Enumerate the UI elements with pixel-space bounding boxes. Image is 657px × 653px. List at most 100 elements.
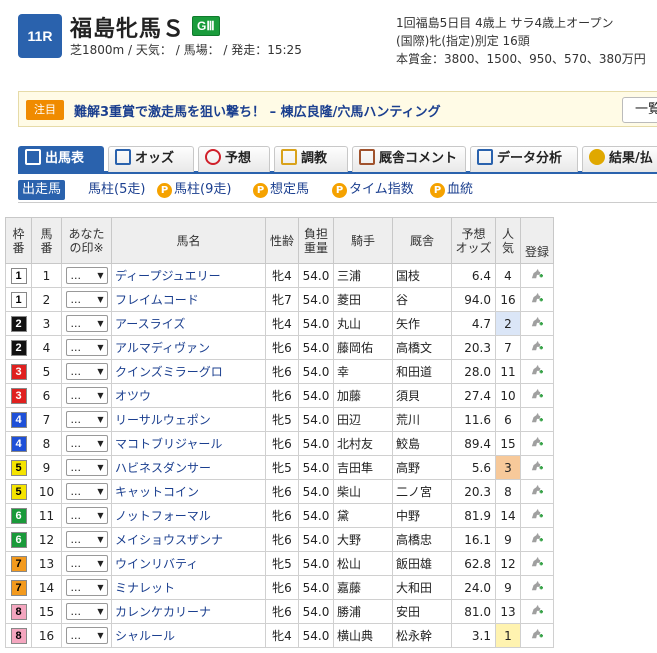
horse-register-icon[interactable] [530, 508, 544, 520]
subtab-2[interactable]: P 馬柱(9走) [157, 180, 231, 200]
horse-name-link[interactable]: オツウ [115, 389, 151, 403]
subtab-0[interactable]: 出走馬 [18, 180, 66, 200]
horse-register-icon[interactable] [530, 316, 544, 328]
jockey-link[interactable]: 田辺 [337, 413, 361, 427]
mark-select[interactable]: ... [65, 411, 108, 428]
trainer-link[interactable]: 荒川 [396, 413, 420, 427]
tab-3[interactable]: 調教 [274, 146, 348, 172]
table-row: 713... ウインリバティ 牝554.0松山 飯田雄 62.812 [5, 551, 554, 576]
trainer-link[interactable]: 和田道 [396, 365, 432, 379]
horse-name-link[interactable]: ハビネスダンサー [115, 461, 211, 475]
register-cell [520, 311, 554, 336]
mark-select[interactable]: ... [65, 267, 108, 284]
tab-2[interactable]: 予想 [198, 146, 270, 172]
trainer-link[interactable]: 安田 [396, 605, 420, 619]
trainer-link[interactable]: 二ノ宮 [396, 485, 432, 499]
subtab-3[interactable]: P 想定馬 [253, 180, 309, 200]
horse-name-link[interactable]: ノットフォーマル [115, 509, 211, 523]
horse-name-link[interactable]: ディープジュエリー [115, 269, 221, 283]
trainer-link[interactable]: 矢作 [396, 317, 420, 331]
horse-name-link[interactable]: ミナレット [115, 581, 175, 595]
mark-select[interactable]: ... [65, 483, 108, 500]
horse-register-icon[interactable] [530, 556, 544, 568]
jockey-link[interactable]: 丸山 [337, 317, 361, 331]
horse-register-icon[interactable] [530, 580, 544, 592]
horse-name-link[interactable]: ウインリバティ [115, 557, 198, 571]
jockey-link[interactable]: 北村友 [337, 437, 373, 451]
mark-cell: ... [61, 455, 112, 480]
horse-name-cell: アルマディヴァン [111, 335, 266, 360]
mark-select[interactable]: ... [65, 603, 108, 620]
notice-link[interactable]: 難解3重賞で激走馬を狙い撃ち！ – 棟広良隆/穴馬ハンティング [74, 101, 441, 120]
trainer-link[interactable]: 鮫島 [396, 437, 420, 451]
jockey-link[interactable]: 大野 [337, 533, 361, 547]
horse-register-icon[interactable] [530, 460, 544, 472]
horse-register-icon[interactable] [530, 268, 544, 280]
notice-list-button[interactable]: 一覧 [622, 97, 657, 123]
tab-4[interactable]: 厩舎コメント [352, 146, 466, 172]
jockey-link[interactable]: 三浦 [337, 269, 361, 283]
trainer-link[interactable]: 須貝 [396, 389, 420, 403]
jockey-link[interactable]: 嘉藤 [337, 581, 361, 595]
horse-name-link[interactable]: メイショウスザンナ [115, 533, 223, 547]
horse-register-icon[interactable] [530, 628, 544, 640]
jockey-link[interactable]: 菱田 [337, 293, 361, 307]
mark-select[interactable]: ... [65, 291, 108, 308]
mark-select[interactable]: ... [65, 339, 108, 356]
tab-6[interactable]: 結果/払 [582, 146, 657, 172]
horse-name-link[interactable]: クインズミラーグロ [115, 365, 223, 379]
mark-select[interactable]: ... [65, 579, 108, 596]
tab-0[interactable]: 出馬表 [18, 146, 104, 173]
mark-select[interactable]: ... [65, 555, 108, 572]
jockey-link[interactable]: 勝浦 [337, 605, 361, 619]
trainer-link[interactable]: 松永幹 [396, 629, 432, 643]
horse-name-link[interactable]: アースライズ [115, 317, 185, 331]
trainer-link[interactable]: 飯田雄 [396, 557, 432, 571]
horse-register-icon[interactable] [530, 436, 544, 448]
jockey-link[interactable]: 柴山 [337, 485, 361, 499]
jockey-link[interactable]: 横山典 [337, 629, 373, 643]
jockey-link[interactable]: 吉田隼 [337, 461, 373, 475]
mark-select[interactable]: ... [65, 459, 108, 476]
horse-register-icon[interactable] [530, 412, 544, 424]
mark-select[interactable]: ... [65, 363, 108, 380]
horse-name-link[interactable]: フレイムコード [115, 293, 199, 307]
jockey-link[interactable]: 黛 [337, 509, 349, 523]
trainer-link[interactable]: 国枝 [396, 269, 420, 283]
tab-5[interactable]: データ分析 [470, 146, 578, 172]
trainer-link[interactable]: 谷 [396, 293, 408, 307]
horse-register-icon[interactable] [530, 532, 544, 544]
horse-name-link[interactable]: リーサルウェポン [115, 413, 211, 427]
jockey-link[interactable]: 藤岡佑 [337, 341, 373, 355]
mark-select[interactable]: ... [65, 627, 108, 644]
horse-name-link[interactable]: マコトブリジャール [115, 437, 222, 451]
horse-register-icon[interactable] [530, 484, 544, 496]
trainer-link[interactable]: 中野 [396, 509, 420, 523]
mark-select[interactable]: ... [65, 507, 108, 524]
horse-name-link[interactable]: アルマディヴァン [115, 341, 210, 355]
jockey-link[interactable]: 加藤 [337, 389, 361, 403]
horse-name-link[interactable]: キャットコイン [115, 485, 199, 499]
trainer-link[interactable]: 高橋文 [396, 341, 432, 355]
trainer-link[interactable]: 高野 [396, 461, 420, 475]
mark-select[interactable]: ... [65, 315, 108, 332]
trainer-link[interactable]: 大和田 [396, 581, 432, 595]
horse-register-icon[interactable] [530, 364, 544, 376]
horse-register-icon[interactable] [530, 604, 544, 616]
mark-select[interactable]: ... [65, 531, 108, 548]
header-trainer: 厩舎 [392, 217, 452, 264]
horse-register-icon[interactable] [530, 388, 544, 400]
trainer-link[interactable]: 高橋忠 [396, 533, 432, 547]
tab-1[interactable]: オッズ [108, 146, 194, 172]
mark-select[interactable]: ... [65, 387, 108, 404]
jockey-link[interactable]: 松山 [337, 557, 361, 571]
subtab-4[interactable]: P タイム指数 [332, 180, 414, 200]
horse-register-icon[interactable] [530, 292, 544, 304]
horse-register-icon[interactable] [530, 340, 544, 352]
horse-name-link[interactable]: シャルール [115, 629, 175, 643]
mark-select[interactable]: ... [65, 435, 108, 452]
subtab-1[interactable]: 馬柱(5走) [88, 180, 145, 200]
horse-name-link[interactable]: カレンケカリーナ [115, 605, 211, 619]
jockey-link[interactable]: 幸 [337, 365, 349, 379]
subtab-5[interactable]: P 血統 [430, 180, 473, 200]
